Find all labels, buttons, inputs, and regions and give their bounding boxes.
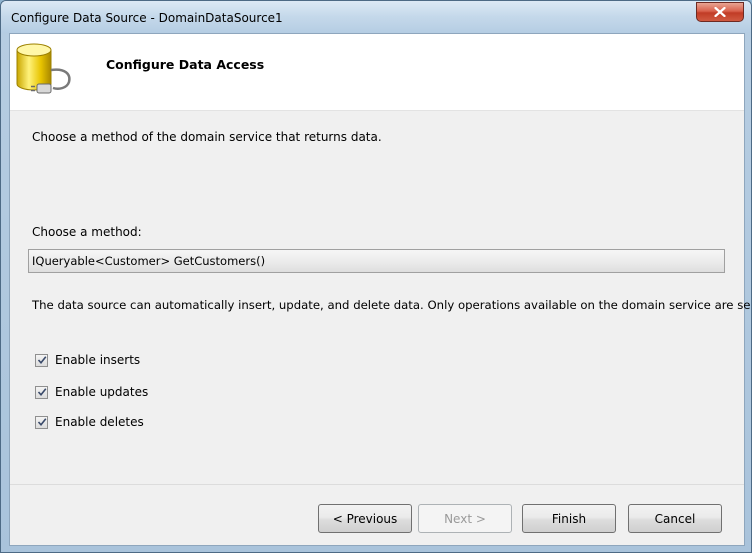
cancel-button[interactable]: Cancel <box>628 504 722 533</box>
enable-deletes-checkbox[interactable]: Enable deletes <box>35 415 144 429</box>
checkmark-icon[interactable] <box>35 353 48 367</box>
dialog-window: Configure Data Source - DomainDataSource… <box>0 0 752 553</box>
checkmark-icon[interactable] <box>35 415 48 429</box>
enable-deletes-label: Enable deletes <box>55 415 144 429</box>
previous-button[interactable]: < Previous <box>318 504 412 533</box>
close-icon <box>714 7 726 17</box>
title-bar[interactable]: Configure Data Source - DomainDataSource… <box>1 1 751 33</box>
method-label: Choose a method: <box>32 225 142 239</box>
database-plug-icon <box>13 40 75 98</box>
next-button[interactable]: Next > <box>418 504 512 533</box>
window-title: Configure Data Source - DomainDataSource… <box>11 11 283 25</box>
checkmark-icon[interactable] <box>35 385 48 399</box>
description-text: Choose a method of the domain service th… <box>32 130 382 144</box>
info-text: The data source can automatically insert… <box>32 298 752 312</box>
method-dropdown[interactable]: IQueryable<Customer> GetCustomers() <box>28 249 725 273</box>
enable-inserts-checkbox[interactable]: Enable inserts <box>35 353 140 367</box>
wizard-header: Configure Data Access <box>10 34 744 111</box>
method-selected-value: IQueryable<Customer> GetCustomers() <box>32 254 266 268</box>
enable-updates-checkbox[interactable]: Enable updates <box>35 385 148 399</box>
enable-inserts-label: Enable inserts <box>55 353 141 367</box>
finish-button[interactable]: Finish <box>522 504 616 533</box>
footer-divider <box>10 484 744 485</box>
enable-updates-label: Enable updates <box>55 385 149 399</box>
page-title: Configure Data Access <box>106 57 265 72</box>
wizard-body: Choose a method of the domain service th… <box>10 112 751 482</box>
dialog-client-area: Configure Data Access Choose a method of… <box>9 33 751 546</box>
close-button[interactable] <box>696 2 744 22</box>
